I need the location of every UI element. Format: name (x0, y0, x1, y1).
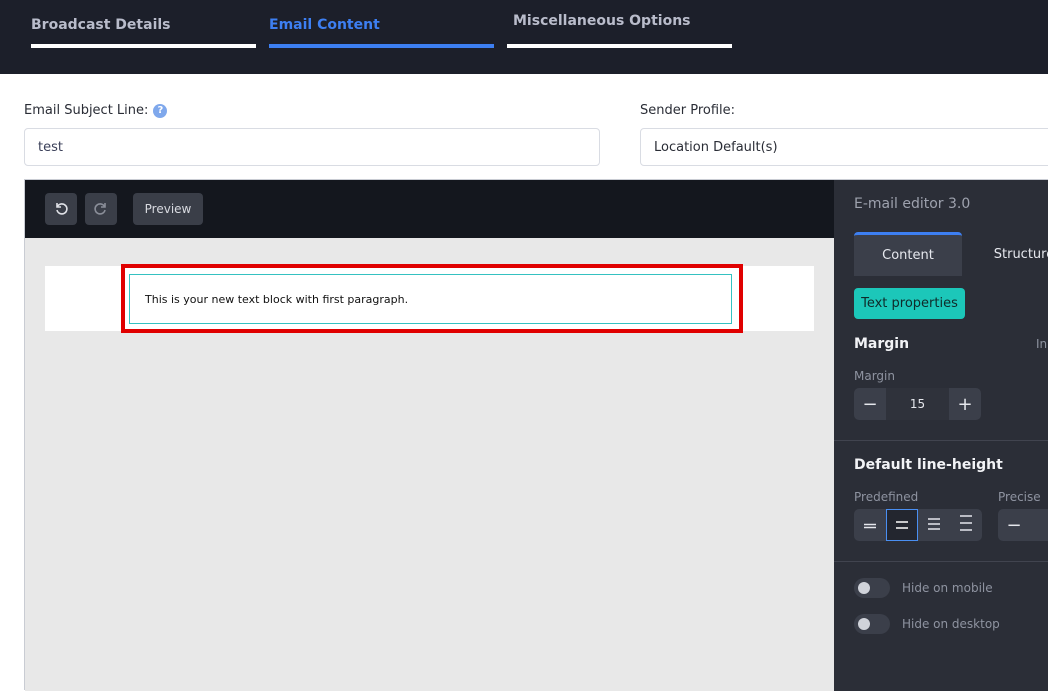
hide-on-mobile-toggle[interactable] (854, 578, 890, 598)
editor-settings-panel: E-mail editor 3.0 Content Structure Text… (834, 180, 1048, 691)
margin-heading: Margin (854, 336, 910, 352)
redo-button[interactable] (85, 193, 117, 225)
undo-icon (53, 200, 69, 219)
margin-field-label: Margin (854, 369, 895, 383)
sender-label-text: Sender Profile: (640, 103, 736, 118)
sender-label: Sender Profile: (640, 103, 735, 118)
toggle-knob (858, 618, 870, 630)
margin-increase-button[interactable]: + (949, 388, 981, 420)
line-height-relaxed-button[interactable] (918, 509, 950, 541)
tab-label: Email Content (269, 17, 380, 33)
tab-content[interactable]: Content (854, 232, 962, 276)
divider (834, 440, 1048, 441)
text-properties-label: Text properties (861, 296, 958, 311)
tab-broadcast-details[interactable]: Broadcast Details (31, 17, 256, 48)
precise-line-height-stepper[interactable]: − (998, 509, 1048, 541)
email-editor: Preview This is your new text block with… (24, 179, 1048, 691)
undo-button[interactable] (45, 193, 77, 225)
line-height-loose-button[interactable] (950, 509, 982, 541)
text-block[interactable]: This is your new text block with first p… (129, 274, 732, 324)
hide-on-mobile-row: Hide on mobile (854, 578, 993, 598)
line-height-heading: Default line-height (854, 457, 1003, 473)
line-height-normal-button[interactable] (886, 509, 918, 541)
precise-decrease-button[interactable]: − (998, 509, 1030, 541)
margin-value[interactable]: 15 (886, 388, 949, 420)
line-height-predefined-group (854, 509, 982, 541)
subject-input[interactable]: test (24, 128, 600, 166)
panel-title: E-mail editor 3.0 (854, 196, 971, 212)
help-icon[interactable]: ? (153, 103, 168, 118)
tab-underline (507, 44, 732, 48)
preview-button[interactable]: Preview (133, 193, 203, 225)
sender-profile-select[interactable]: Location Default(s) (640, 128, 1048, 166)
line-height-relaxed-icon (927, 516, 941, 535)
hide-on-desktop-label: Hide on desktop (902, 617, 1000, 631)
text-block-content: This is your new text block with first p… (145, 292, 409, 306)
tab-structure-label: Structure (993, 246, 1048, 262)
line-height-compact-button[interactable] (854, 509, 886, 541)
tab-label: Miscellaneous Options (513, 13, 691, 29)
redo-icon (93, 200, 109, 219)
hide-on-mobile-label: Hide on mobile (902, 581, 993, 595)
hide-on-desktop-toggle[interactable] (854, 614, 890, 634)
line-height-loose-icon (959, 515, 973, 535)
subject-label: Email Subject Line: ? (24, 103, 168, 118)
tab-content-label: Content (882, 248, 934, 263)
top-tab-bar: Broadcast Details Email Content Miscella… (0, 0, 1048, 74)
predefined-label: Predefined (854, 490, 919, 504)
subject-value: test (38, 139, 63, 155)
preview-label: Preview (144, 202, 192, 216)
divider (834, 561, 1048, 562)
tab-email-content[interactable]: Email Content (269, 17, 494, 48)
toggle-knob (858, 582, 870, 594)
subject-label-text: Email Subject Line: (24, 103, 149, 118)
precise-label: Precise (998, 490, 1041, 504)
editor-toolbar: Preview (25, 180, 834, 238)
tab-underline (31, 44, 256, 48)
line-height-normal-icon (895, 516, 909, 535)
margin-decrease-button[interactable]: − (854, 388, 886, 420)
line-height-compact-icon (863, 516, 877, 535)
tab-structure[interactable]: Structure (974, 232, 1048, 276)
tab-label: Broadcast Details (31, 17, 171, 33)
margin-stepper[interactable]: − 15 + (854, 388, 981, 420)
tab-miscellaneous-options[interactable]: Miscellaneous Options (507, 13, 732, 48)
margin-right-label: In (1036, 337, 1048, 351)
tab-underline-active (269, 44, 494, 48)
text-properties-button[interactable]: Text properties (854, 288, 965, 319)
hide-on-desktop-row: Hide on desktop (854, 614, 1000, 634)
sender-value: Location Default(s) (654, 139, 778, 155)
